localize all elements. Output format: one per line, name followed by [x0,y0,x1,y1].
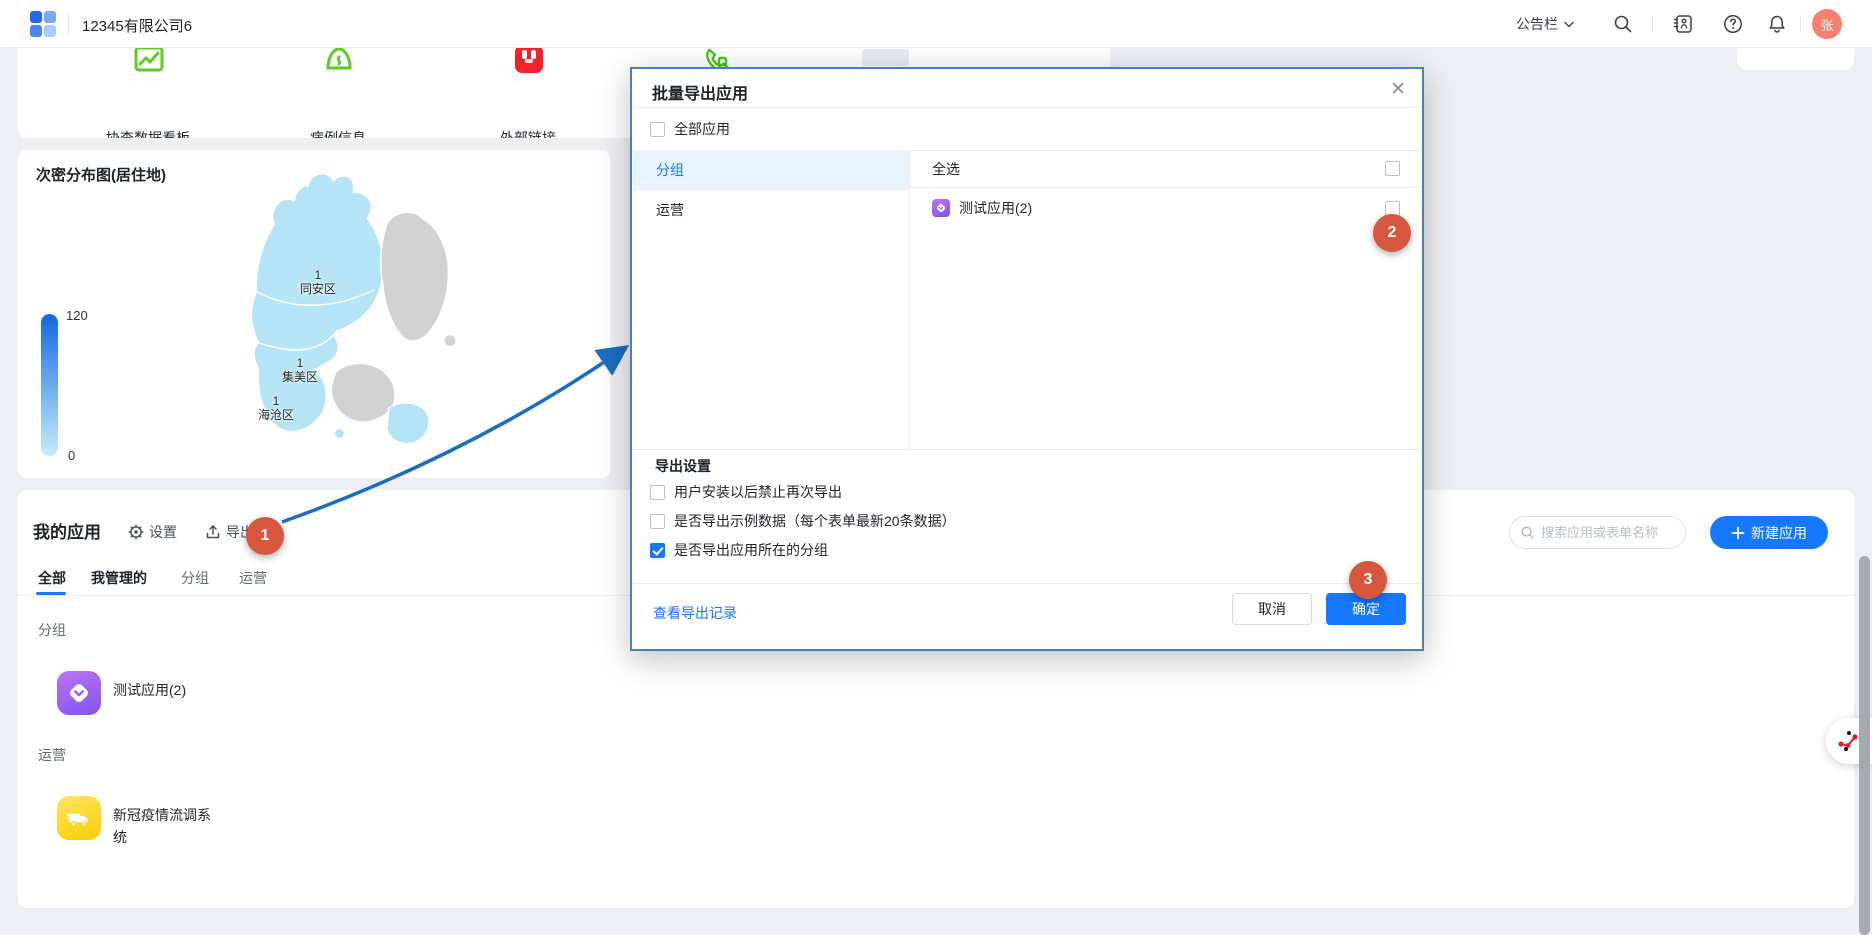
shortcut-dashboard[interactable]: 协查数据看板 [68,48,228,138]
announcement-label: 公告栏 [1516,14,1558,34]
map-title: 次密分布图(居住地) [36,164,166,185]
option-checkbox-1[interactable] [650,485,665,500]
gear-icon [128,524,144,540]
divider [632,583,1422,584]
divider [1800,15,1801,33]
export-settings-title: 导出设置 [655,456,711,476]
group-label: 运营 [38,745,66,765]
option-row-1: 用户安装以后禁止再次导出 [650,482,842,502]
view-export-records-link[interactable]: 查看导出记录 [653,603,737,623]
modal-left-item-operation[interactable]: 运营 [633,190,909,230]
plus-icon [1731,526,1745,540]
bell-icon[interactable] [1766,13,1788,35]
divider [1652,15,1653,33]
chevron-down-icon [1564,21,1574,28]
app-icon-purple-mini [932,199,950,217]
choropleth-map[interactable] [175,165,575,471]
app-item-test[interactable]: 测试应用(2) [57,671,223,715]
app-name: 测试应用(2) [113,671,223,701]
top-navbar: 12345有限公司6 公告栏 张 [0,0,1872,48]
step-badge-3: 3 [1349,561,1387,599]
shortcut-external-link[interactable]: 外部链接 [448,48,608,138]
modal-app-name: 测试应用(2) [959,198,1032,218]
scrollbar-thumb[interactable] [1859,556,1870,935]
divider [68,14,69,34]
map-card: 次密分布图(居住地) 120 0 1同安区 1集美区 1海沧区 [18,150,610,478]
hidden-element-stub [862,49,909,66]
tab-operation[interactable]: 运营 [239,568,267,588]
app-icon-purple [57,671,101,715]
modal-title: 批量导出应用 [652,80,748,104]
search-icon [1520,525,1535,540]
diamond-shield-icon [66,680,92,706]
truck-icon [66,805,92,831]
step-badge-2: 2 [1373,214,1411,252]
modal-left-item-group[interactable]: 分组 [633,150,909,190]
shortcut-cases[interactable]: 病例信息 [258,48,418,138]
cancel-button[interactable]: 取消 [1232,593,1312,625]
select-all-row: 全选 [910,150,1422,188]
search-icon[interactable] [1612,13,1634,35]
diamond-shield-icon [935,202,947,214]
topright-card-stub [1737,48,1854,70]
group-label: 分组 [38,620,66,640]
legend-max-label: 120 [66,308,88,323]
option-row-3: 是否导出应用所在的分组 [650,540,828,560]
tab-managed[interactable]: 我管理的 [91,568,147,588]
all-apps-checkbox-row: 全部应用 [650,119,730,139]
select-all-label: 全选 [932,159,960,179]
option-checkbox-2[interactable] [650,514,665,529]
settings-button[interactable]: 设置 [128,522,177,542]
logo-icon[interactable] [30,11,58,37]
my-apps-title: 我的应用 [33,518,101,543]
close-icon[interactable]: ✕ [1390,78,1406,101]
announcement-dropdown[interactable]: 公告栏 [1516,0,1574,48]
contacts-icon[interactable] [1672,13,1694,35]
shortcut-label: 外部链接 [448,128,608,138]
option-label-1: 用户安装以后禁止再次导出 [674,482,842,502]
modal-app-item-row: 测试应用(2) [910,188,1422,228]
shortcut-label: 病例信息 [258,128,418,138]
batch-export-modal: 批量导出应用 ✕ 全部应用 分组 运营 全选 测试应用(2) 导出设置 用户安装 [630,67,1424,651]
divider [632,449,1422,450]
map-label-haicang: 1海沧区 [241,394,311,422]
option-checkbox-3[interactable] [650,543,665,558]
app-item-covid[interactable]: 新冠疫情流调系统 [57,796,223,848]
shortcut-label: 协查数据看板 [68,128,228,138]
app-root: 协查数据看板 病例信息 外部链接 次密分布图(居住地) 120 0 [0,0,1872,935]
search-apps-input[interactable] [1541,525,1671,540]
map-region-gray-east[interactable] [381,212,449,341]
option-label-2: 是否导出示例数据（每个表单最新20条数据） [674,511,956,531]
line-chart-icon [132,48,166,76]
user-avatar[interactable]: 张 [1812,9,1842,39]
map-region-blue-south[interactable] [387,403,429,444]
select-all-checkbox[interactable] [1385,161,1400,176]
option-label-3: 是否导出应用所在的分组 [674,540,828,560]
map-label-tongan: 1同安区 [283,268,353,296]
tab-all[interactable]: 全部 [38,568,66,588]
modal-left-panel: 分组 运营 [633,150,910,449]
app-icon-yellow [57,796,101,840]
network-nodes-icon [1835,728,1861,754]
map-region-gray-island[interactable] [331,363,395,421]
tab-group[interactable]: 分组 [181,568,209,588]
all-apps-checkbox[interactable] [650,122,665,137]
legend-min-label: 0 [68,448,75,463]
divider [632,107,1422,108]
export-icon [205,524,221,540]
settings-label: 设置 [149,522,177,542]
map-label-jimei: 1集美区 [265,356,335,384]
search-apps-input-wrap [1509,516,1686,549]
map-legend-gradient [41,314,58,456]
new-app-label: 新建应用 [1751,523,1807,543]
gauge-icon [322,48,356,76]
app-name: 新冠疫情流调系统 [113,796,223,848]
new-app-button[interactable]: 新建应用 [1710,516,1828,549]
external-link-icon [512,48,546,76]
help-icon[interactable] [1722,13,1744,35]
all-apps-label: 全部应用 [674,119,730,139]
step-badge-1: 1 [246,517,284,555]
company-name: 12345有限公司6 [82,15,192,36]
option-row-2: 是否导出示例数据（每个表单最新20条数据） [650,511,956,531]
